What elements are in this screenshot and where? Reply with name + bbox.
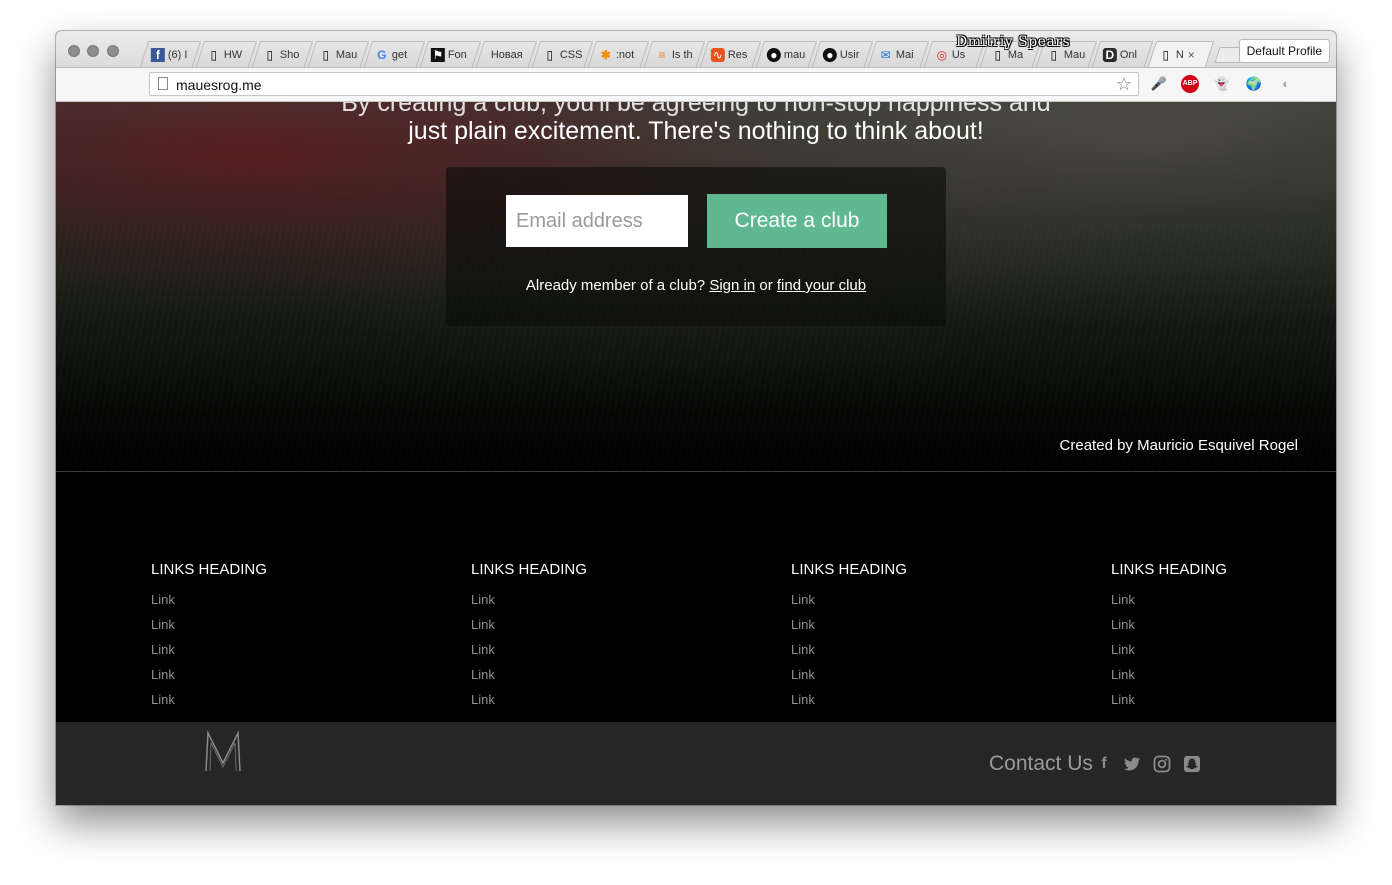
asterisk-icon: ✱ xyxy=(600,47,611,62)
toolbar: mauesrog.me ☆ 🎤 ABP 👻 🌍 ◐ xyxy=(56,68,1336,102)
tab[interactable]: ∿ Res xyxy=(699,41,762,67)
page-icon: ▯ xyxy=(546,47,554,62)
m-logo-icon[interactable] xyxy=(202,729,244,775)
mail-icon: ✉ xyxy=(880,47,891,62)
ghostery-icon[interactable]: 👻 xyxy=(1213,75,1231,93)
links-heading: LINKS HEADING xyxy=(791,561,907,578)
flag-icon: ⚑ xyxy=(430,47,445,62)
links-heading: LINKS HEADING xyxy=(1111,561,1227,578)
tab[interactable]: f (6) I xyxy=(139,41,202,67)
globe-icon[interactable]: 🌍 xyxy=(1245,75,1263,93)
tabs: f (6) I ▯ HW ▯ Sho ▯ Mau Gget ⚑ Fon Новая ▯ CS… xyxy=(139,41,1246,67)
links-column: LINKS HEADING Link Link Link Link Link xyxy=(471,561,587,712)
tab-active[interactable]: ▯ N × xyxy=(1147,41,1215,67)
member-line: Already member of a club? Sign in or fin… xyxy=(446,277,946,294)
footer-link[interactable]: Link xyxy=(471,587,587,612)
page-icon xyxy=(158,77,168,90)
create-club-button[interactable]: Create a club xyxy=(707,194,887,248)
tab[interactable]: ▯ CSS xyxy=(531,41,594,67)
footer-link[interactable]: Link xyxy=(791,662,907,687)
footer-link[interactable]: Link xyxy=(151,662,267,687)
footer-link[interactable]: Link xyxy=(471,662,587,687)
profile-button[interactable]: Default Profile xyxy=(1238,39,1330,63)
footer-link[interactable]: Link xyxy=(471,687,587,712)
lifebuoy-icon: ◎ xyxy=(936,47,948,62)
signup-box: Create a club Already member of a club? … xyxy=(446,167,946,326)
adblock-icon[interactable]: ABP xyxy=(1181,75,1199,93)
twitter-icon[interactable] xyxy=(1123,755,1141,773)
page-icon: ▯ xyxy=(322,47,330,62)
tab[interactable]: ⚑ Fon xyxy=(419,41,482,67)
footer-link[interactable]: Link xyxy=(1111,587,1227,612)
member-or: or xyxy=(759,277,773,294)
tab-strip: f (6) I ▯ HW ▯ Sho ▯ Mau Gget ⚑ Fon Новая ▯ CS… xyxy=(56,31,1336,68)
page-icon: ▯ xyxy=(1162,47,1170,62)
tab[interactable]: ✱:not xyxy=(587,41,650,67)
bookmark-star-icon[interactable]: ☆ xyxy=(1116,74,1132,94)
links-heading: LINKS HEADING xyxy=(471,561,587,578)
zoom-window-button[interactable] xyxy=(107,45,119,57)
contact-us[interactable]: Contact Us xyxy=(989,752,1093,776)
tab[interactable]: ≡ Is th xyxy=(643,41,706,67)
facebook-icon: f xyxy=(150,47,165,62)
page-icon: ▯ xyxy=(210,47,218,62)
links-column: LINKS HEADING Link Link Link Link Link xyxy=(151,561,267,712)
page-icon: ▯ xyxy=(266,47,274,62)
hero-section: By creating a club, you'll be agreeing t… xyxy=(56,102,1336,471)
tab[interactable]: ▯ HW xyxy=(195,41,258,67)
footer-link[interactable]: Link xyxy=(151,637,267,662)
github-icon: ● xyxy=(766,47,781,62)
links-column: LINKS HEADING Link Link Link Link Link xyxy=(1111,561,1227,712)
bottom-bar: Contact Us f xyxy=(56,722,1336,805)
footer-link[interactable]: Link xyxy=(1111,687,1227,712)
footer-link[interactable]: Link xyxy=(791,687,907,712)
footer-link[interactable]: Link xyxy=(1111,662,1227,687)
footer-link[interactable]: Link xyxy=(471,637,587,662)
links-heading: LINKS HEADING xyxy=(151,561,267,578)
close-window-button[interactable] xyxy=(68,45,80,57)
browser-window: f (6) I ▯ HW ▯ Sho ▯ Mau Gget ⚑ Fon Новая ▯ CS… xyxy=(56,31,1336,805)
facebook-icon[interactable]: f xyxy=(1095,755,1113,773)
google-icon: G xyxy=(377,47,387,62)
url-text[interactable]: mauesrog.me xyxy=(176,77,262,93)
footer-link[interactable]: Link xyxy=(1111,612,1227,637)
tab[interactable]: ▯ Sho xyxy=(251,41,314,67)
footer-link[interactable]: Link xyxy=(791,587,907,612)
chart-icon: ∿ xyxy=(710,47,725,62)
microphone-icon[interactable]: 🎤 xyxy=(1150,75,1168,93)
tab[interactable]: ● Usir xyxy=(811,41,874,67)
footer-link[interactable]: Link xyxy=(151,687,267,712)
tab[interactable]: ● mau xyxy=(755,41,818,67)
tagline-line-2: just plain excitement. There's nothing t… xyxy=(408,117,984,145)
tab[interactable]: ✉ Mai xyxy=(867,41,930,67)
tab[interactable]: D Onl xyxy=(1091,41,1154,67)
email-input[interactable] xyxy=(506,195,688,247)
d-icon: D xyxy=(1102,47,1117,62)
links-column: LINKS HEADING Link Link Link Link Link xyxy=(791,561,907,712)
overlay-name: Dmitriy Spears xyxy=(956,34,1071,50)
footer-link[interactable]: Link xyxy=(151,612,267,637)
footer-link[interactable]: Link xyxy=(791,637,907,662)
extension-icon[interactable]: ◐ xyxy=(1277,75,1295,93)
sign-in-link[interactable]: Sign in xyxy=(709,277,755,294)
footer-link[interactable]: Link xyxy=(791,612,907,637)
footer-links: LINKS HEADING Link Link Link Link Link L… xyxy=(56,472,1336,722)
footer-link[interactable]: Link xyxy=(471,612,587,637)
member-prefix: Already member of a club? xyxy=(525,277,706,294)
stackoverflow-icon: ≡ xyxy=(658,47,666,62)
tab[interactable]: Новая xyxy=(475,41,538,67)
snapchat-icon[interactable] xyxy=(1183,755,1201,773)
close-icon[interactable]: × xyxy=(1188,48,1195,62)
instagram-icon[interactable] xyxy=(1153,755,1171,773)
minimize-window-button[interactable] xyxy=(87,45,99,57)
github-icon: ● xyxy=(822,47,837,62)
credit-text: Created by Mauricio Esquivel Rogel xyxy=(1059,437,1298,454)
tab[interactable]: Gget xyxy=(363,41,426,67)
footer-link[interactable]: Link xyxy=(1111,637,1227,662)
footer-link[interactable]: Link xyxy=(151,587,267,612)
tab[interactable]: ▯ Mau xyxy=(307,41,370,67)
find-club-link[interactable]: find your club xyxy=(777,277,866,294)
address-bar[interactable]: mauesrog.me ☆ xyxy=(149,72,1139,96)
